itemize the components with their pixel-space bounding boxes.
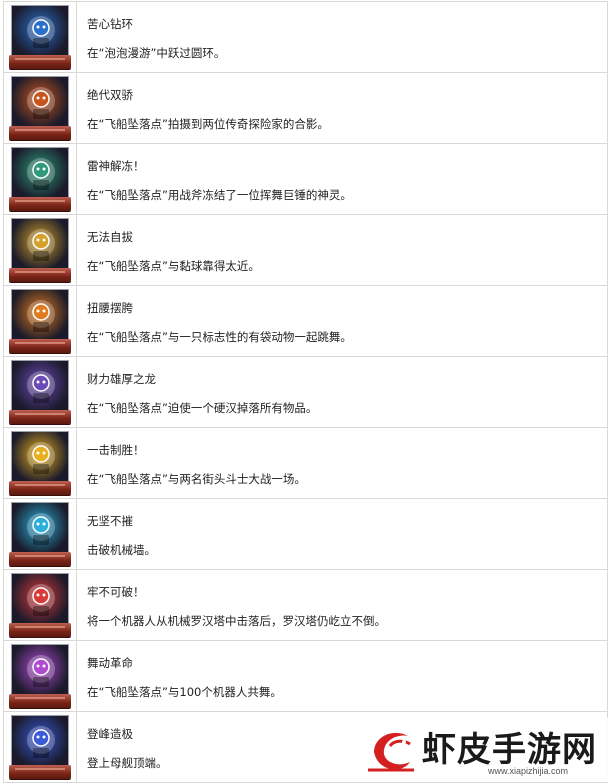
trophy-icon-cell bbox=[4, 215, 77, 285]
watermark-url: www.xiapizhijia.com bbox=[488, 766, 569, 776]
trophy-description: 在“飞船坠落点”与两名街头斗士大战一场。 bbox=[87, 472, 306, 486]
trophy-row: 无坚不摧击破机械墙。 bbox=[3, 499, 608, 570]
ko-trophy-icon bbox=[9, 431, 71, 495]
trophy-icon-cell bbox=[4, 570, 77, 640]
duo-silhouette-trophy-icon bbox=[9, 76, 71, 140]
trophy-title: 苦心钻环 bbox=[87, 17, 133, 31]
trophy-title: 绝代双骄 bbox=[87, 88, 133, 102]
trophy-text-cell: 舞动革命在“飞船坠落点”与100个机器人共舞。 bbox=[77, 641, 607, 711]
trophy-text-cell: 无法自拔在“飞船坠落点”与黏球靠得太近。 bbox=[77, 215, 607, 285]
trophy-icon-cell bbox=[4, 712, 77, 782]
trophy-description: 在“飞船坠落点”用战斧冻结了一位挥舞巨锤的神灵。 bbox=[87, 188, 352, 202]
penguin-trophy-icon bbox=[9, 5, 71, 69]
trophy-text-cell: 绝代双骄在“飞船坠落点”拍摄到两位传奇探险家的合影。 bbox=[77, 73, 607, 143]
trophy-icon-cell bbox=[4, 428, 77, 498]
trophy-description: 在“飞船坠落点”与100个机器人共舞。 bbox=[87, 685, 282, 699]
trophy-text-cell: 无坚不摧击破机械墙。 bbox=[77, 499, 607, 569]
trophy-row: 牢不可破！ 将一个机器人从机械罗汉塔中击落后，罗汉塔仍屹立不倒。 bbox=[3, 570, 608, 641]
dragon-trophy-icon bbox=[9, 360, 71, 424]
trophy-row: 一击制胜！ 在“飞船坠落点”与两名街头斗士大战一场。 bbox=[3, 428, 608, 499]
trophy-description: 在“飞船坠落点”与一只标志性的有袋动物一起跳舞。 bbox=[87, 330, 352, 344]
watermark-text: 虾皮手游网 bbox=[422, 730, 597, 770]
mothership-trophy-icon bbox=[9, 715, 71, 779]
trophy-icon-cell bbox=[4, 73, 77, 143]
trophy-text-cell: 雷神解冻！ 在“飞船坠落点”用战斧冻结了一位挥舞巨锤的神灵。 bbox=[77, 144, 607, 214]
trophy-text-cell: 扭腰摆胯在“飞船坠落点”与一只标志性的有袋动物一起跳舞。 bbox=[77, 286, 607, 356]
trophy-title: 无法自拔 bbox=[87, 230, 133, 244]
trophy-icon-cell bbox=[4, 144, 77, 214]
robot-tower-trophy-icon bbox=[9, 573, 71, 637]
trophy-title: 登峰造极 bbox=[87, 727, 133, 741]
trophy-text-cell: 苦心钻环在“泡泡漫游”中跃过圆环。 bbox=[77, 2, 607, 72]
trophy-title: 扭腰摆胯 bbox=[87, 301, 133, 315]
trophy-icon-cell bbox=[4, 641, 77, 711]
dancing-robot-trophy-icon bbox=[9, 289, 71, 353]
trophy-description: 登上母舰顶端。 bbox=[87, 756, 168, 770]
trophy-row: 雷神解冻！ 在“飞船坠落点”用战斧冻结了一位挥舞巨锤的神灵。 bbox=[3, 144, 608, 215]
trophy-row: 无法自拔在“飞船坠落点”与黏球靠得太近。 bbox=[3, 215, 608, 286]
trophy-description: 击破机械墙。 bbox=[87, 543, 156, 557]
trophy-description: 在“飞船坠落点”拍摄到两位传奇探险家的合影。 bbox=[87, 117, 329, 131]
shrimp-logo-icon bbox=[368, 732, 414, 772]
trophy-description: 在“飞船坠落点”迫使一个硬汉掉落所有物品。 bbox=[87, 401, 318, 415]
trophy-row: 扭腰摆胯在“飞船坠落点”与一只标志性的有袋动物一起跳舞。 bbox=[3, 286, 608, 357]
trophy-description: 在“泡泡漫游”中跃过圆环。 bbox=[87, 46, 226, 60]
trophy-title: 牢不可破！ bbox=[87, 585, 145, 599]
trophy-text-cell: 一击制胜！ 在“飞船坠落点”与两名街头斗士大战一场。 bbox=[77, 428, 607, 498]
trophy-description: 在“飞船坠落点”与黏球靠得太近。 bbox=[87, 259, 260, 273]
trophy-row: 舞动革命在“飞船坠落点”与100个机器人共舞。 bbox=[3, 641, 608, 712]
trophy-title: 财力雄厚之龙 bbox=[87, 372, 156, 386]
trophy-icon-cell bbox=[4, 2, 77, 72]
trophy-row: 财力雄厚之龙在“飞船坠落点”迫使一个硬汉掉落所有物品。 bbox=[3, 357, 608, 428]
trophy-title: 舞动革命 bbox=[87, 656, 133, 670]
trophy-icon-cell bbox=[4, 499, 77, 569]
trophy-text-cell: 财力雄厚之龙在“飞船坠落点”迫使一个硬汉掉落所有物品。 bbox=[77, 357, 607, 427]
trophy-icon-cell bbox=[4, 286, 77, 356]
trophy-title: 一击制胜！ bbox=[87, 443, 145, 457]
site-watermark: 虾皮手游网 www.xiapizhijia.com bbox=[360, 718, 608, 782]
trophy-row: 绝代双骄在“飞船坠落点”拍摄到两位传奇探险家的合影。 bbox=[3, 73, 608, 144]
trophy-title: 雷神解冻！ bbox=[87, 159, 145, 173]
trophy-icon-cell bbox=[4, 357, 77, 427]
trophy-title: 无坚不摧 bbox=[87, 514, 133, 528]
trophy-row: 苦心钻环在“泡泡漫游”中跃过圆环。 bbox=[3, 2, 608, 73]
robot-spotlight-trophy-icon bbox=[9, 502, 71, 566]
sticky-ball-trophy-icon bbox=[9, 218, 71, 282]
trophy-text-cell: 牢不可破！ 将一个机器人从机械罗汉塔中击落后，罗汉塔仍屹立不倒。 bbox=[77, 570, 607, 640]
frozen-god-trophy-icon bbox=[9, 147, 71, 211]
trophy-description: 将一个机器人从机械罗汉塔中击落后，罗汉塔仍屹立不倒。 bbox=[87, 614, 386, 628]
robot-crowd-trophy-icon bbox=[9, 644, 71, 708]
trophy-list: 苦心钻环在“泡泡漫游”中跃过圆环。 绝代双骄在“飞船坠落点”拍摄到两位传奇探险家的… bbox=[3, 1, 608, 783]
